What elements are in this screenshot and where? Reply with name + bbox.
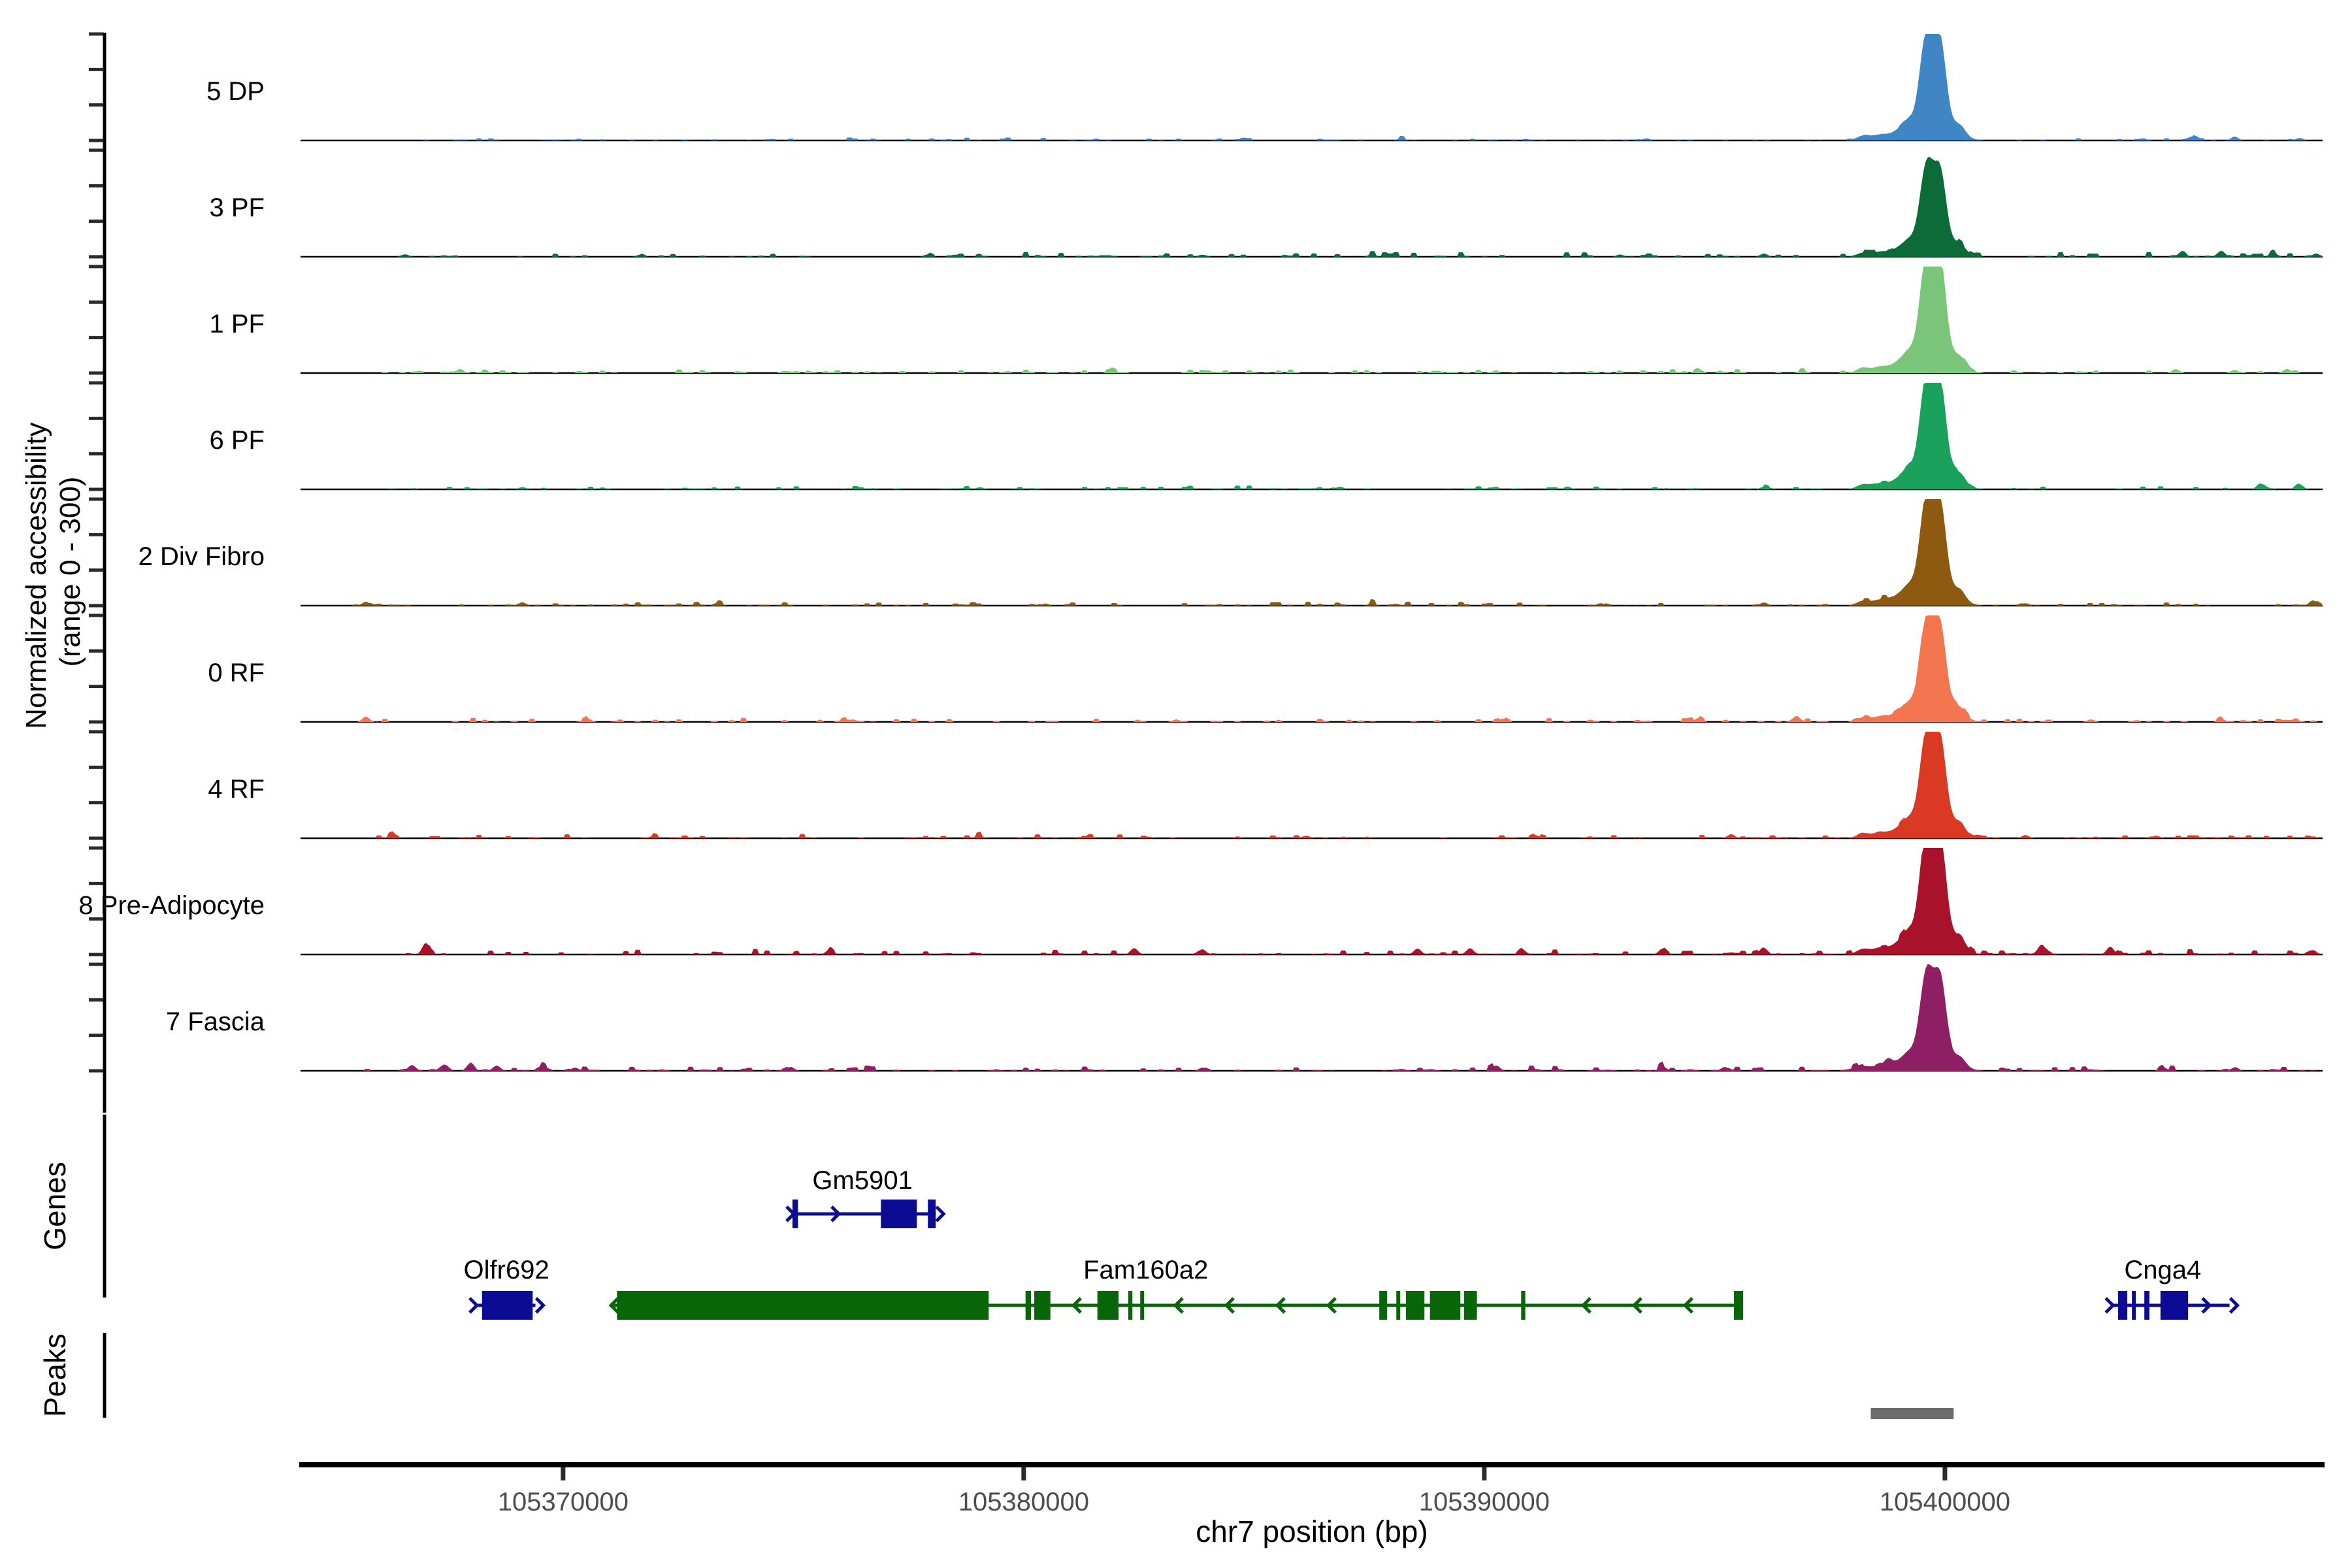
gene-exon <box>1379 1291 1388 1320</box>
text-layer: 5 DP 3 PF 1 PF 6 PF 2 Div Fibro 0 RF 4 RF 8 Pre… <box>78 77 2201 1516</box>
gene-exon <box>928 1200 936 1228</box>
y-axis-title: Normalized accessibility (range 0 - 300) <box>20 414 86 729</box>
genome-browser-figure: 5 DP 3 PF 1 PF 6 PF 2 Div Fibro 0 RF 4 RF 8 Pre… <box>20 32 2325 1548</box>
coverage-area-5-dp <box>301 34 2323 140</box>
gene-exon <box>1429 1291 1461 1320</box>
gene-label: Gm5901 <box>812 1166 912 1195</box>
gene-exon <box>2132 1291 2136 1320</box>
gene-exon <box>1034 1291 1051 1320</box>
coverage-area-7-fascia <box>301 964 2323 1071</box>
strand-arrow-icon <box>935 1205 946 1222</box>
strand-arrow-icon <box>2229 1297 2240 1314</box>
coverage-area-8-pre-adipocyte <box>301 848 2323 955</box>
gene-exon <box>1733 1291 1744 1320</box>
gene-exon <box>2144 1291 2149 1320</box>
gene-exon <box>881 1200 917 1228</box>
y-axis-title-line2: (range 0 - 300) <box>54 476 86 666</box>
x-axis-tick-label: 105370000 <box>498 1488 629 1516</box>
coverage-area-3-pf <box>301 156 2323 257</box>
coverage-area-0-rf <box>301 615 2323 722</box>
gene-exon <box>1140 1291 1145 1320</box>
track-label: 5 DP <box>206 77 265 106</box>
coverage-area-1-pf <box>301 267 2323 373</box>
coverage-layer <box>301 34 2323 1071</box>
gene-exon <box>1521 1291 1526 1320</box>
x-axis-tick-label: 105380000 <box>958 1488 1089 1516</box>
strand-arrow-icon <box>534 1297 546 1314</box>
gene-exon <box>1406 1291 1425 1320</box>
coverage-area-4-rf <box>301 732 2323 838</box>
strand-arrow-icon <box>2104 1297 2115 1314</box>
gene-label: Fam160a2 <box>1083 1256 1208 1284</box>
gene-exon <box>1463 1291 1477 1320</box>
x-axis-tick-label: 105390000 <box>1419 1488 1550 1516</box>
genes-layer <box>468 1200 2240 1320</box>
gene-model-gm5901 <box>785 1200 946 1228</box>
peaks-layer <box>1870 1408 1954 1419</box>
gene-model-cnga4 <box>2104 1291 2240 1320</box>
x-axis-title: chr7 position (bp) <box>1196 1514 1428 1548</box>
gene-exon <box>1396 1291 1401 1320</box>
strand-arrow-icon <box>468 1297 480 1314</box>
coverage-area-2-div-fibro <box>301 499 2323 606</box>
gene-model-olfr692 <box>468 1291 546 1320</box>
gene-exon <box>1025 1291 1032 1320</box>
track-label: 8 Pre-Adipocyte <box>78 891 265 920</box>
gene-exon <box>482 1291 533 1320</box>
peaks-section-label: Peaks <box>38 1333 72 1417</box>
track-label: 0 RF <box>208 659 265 687</box>
track-label: 4 RF <box>208 775 265 804</box>
gene-exon <box>2117 1291 2128 1320</box>
gene-exon <box>1097 1291 1119 1320</box>
gene-exon <box>2160 1291 2189 1320</box>
gene-exon <box>617 1291 989 1320</box>
y-axis-title-line1: Normalized accessibility <box>20 422 52 728</box>
track-label: 6 PF <box>210 426 265 455</box>
gene-model-fam160a2 <box>608 1291 1744 1320</box>
gene-label: Cnga4 <box>2124 1256 2201 1284</box>
gene-exon <box>1128 1291 1133 1320</box>
gene-label: Olfr692 <box>464 1256 549 1284</box>
peak-interval-bar <box>1870 1408 1954 1419</box>
track-label: 3 PF <box>210 193 265 222</box>
genes-section-label: Genes <box>38 1162 72 1250</box>
track-label: 2 Div Fibro <box>139 542 265 571</box>
coverage-area-6-pf <box>301 383 2323 489</box>
x-axis-tick-label: 105400000 <box>1880 1488 2010 1516</box>
track-label: 1 PF <box>210 310 265 338</box>
track-label: 7 Fascia <box>166 1007 265 1036</box>
